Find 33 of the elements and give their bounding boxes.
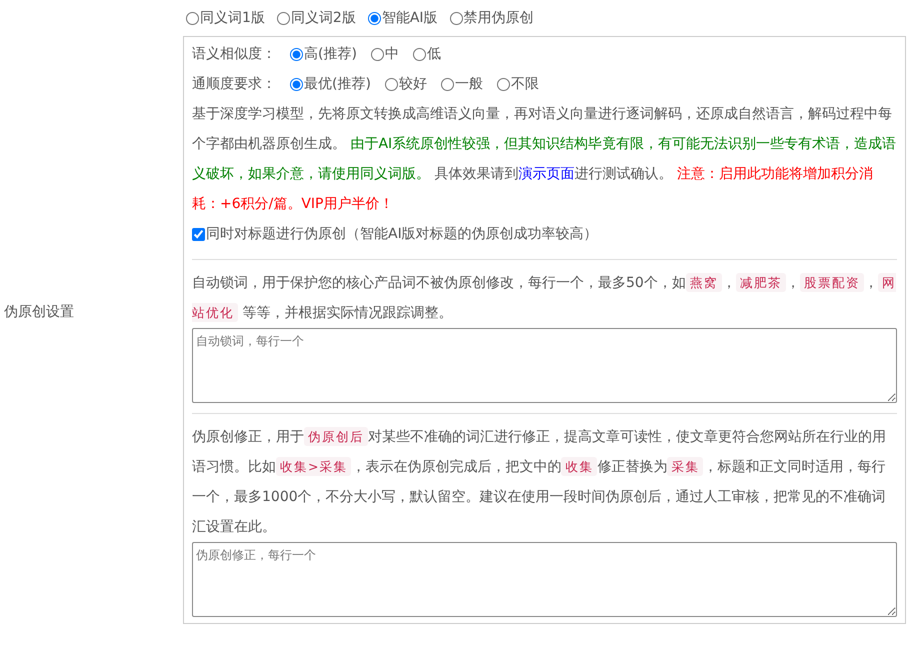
- ai-description: 基于深度学习模型，先将原文转换成高维语义向量，再对语义向量进行逐词解码，还原成自然语言，解码过程中每个字都由机器原创生成。 由于AI系统原创性较强，但其知识结构毕竟有限，有可能无法识别一些专有术语，造成语义破坏，如果介意，请使用同义词版。 具体效果请到演示页面进行测试确认。 注意：启用此功能将增加积分消耗：+6积分/篇。VIP用户半价！: [192, 105, 897, 214]
- checkbox-label: 同时对标题进行伪原创（智能AI版对标题的伪原创成功率较高）: [206, 224, 598, 244]
- option-text: 一般: [454, 74, 483, 94]
- option-label: 语义相似度：: [192, 44, 276, 64]
- checkbox[interactable]: [192, 228, 205, 240]
- radio-button[interactable]: [440, 78, 454, 90]
- radio-button[interactable]: [290, 78, 303, 90]
- option-text: 不限: [510, 74, 539, 94]
- radio-button[interactable]: [384, 78, 398, 90]
- option-text: 低: [426, 44, 441, 64]
- option-text: 智能AI版: [382, 8, 438, 28]
- option-text: 同义词2版: [290, 8, 356, 28]
- option-text: 最优(推荐): [304, 74, 371, 94]
- option-text: 禁用伪原创: [464, 8, 534, 28]
- radio-button[interactable]: [290, 48, 303, 60]
- option-label: 通顺度要求：: [192, 74, 276, 94]
- option-text: 同义词1版: [200, 8, 265, 28]
- corrections-field[interactable]: 伪原创修正，每行一个: [192, 542, 897, 617]
- radio-button[interactable]: [450, 12, 463, 24]
- option-text: 中: [384, 44, 399, 64]
- radio-button[interactable]: [368, 12, 381, 24]
- radio-button[interactable]: [496, 78, 510, 90]
- corrections-description: 伪原创修正，用于 伪原创后 对某些不准确的词汇进行修正，提高文章可读性，使文章更符合您网站所在行业的用语习惯。比如 收集>采集 ，表示在伪原创完成后，把文中的 收集 修正替换为 采集 ，标题和正文同时适用，每行一个，最多1000个，不分大小写，默认留空。建议在使用一段时间伪原创后，通过人工审核，把常见的不准确词汇设置在此。: [192, 426, 887, 537]
- option-text: 较好: [398, 74, 427, 94]
- radio-button[interactable]: [276, 12, 290, 24]
- setting-label: 伪原创设置: [4, 302, 74, 322]
- radio-button[interactable]: [370, 48, 384, 60]
- option-text: 高(推荐): [304, 44, 357, 64]
- lock-words-field[interactable]: 自动锁词，每行一个: [192, 328, 897, 403]
- lock-words-description: 自动锁词，用于保护您的核心产品词不被伪原创修改，每行一个，最多50个，如 燕窝 ， 减肥茶 ， 股票配资 ， 网站优化 等等，并根据实际情况跟踪调整。: [192, 272, 897, 324]
- radio-button[interactable]: [412, 48, 426, 60]
- demo-page-link[interactable]: 演示页面: [518, 166, 574, 182]
- radio-button[interactable]: [186, 12, 199, 24]
